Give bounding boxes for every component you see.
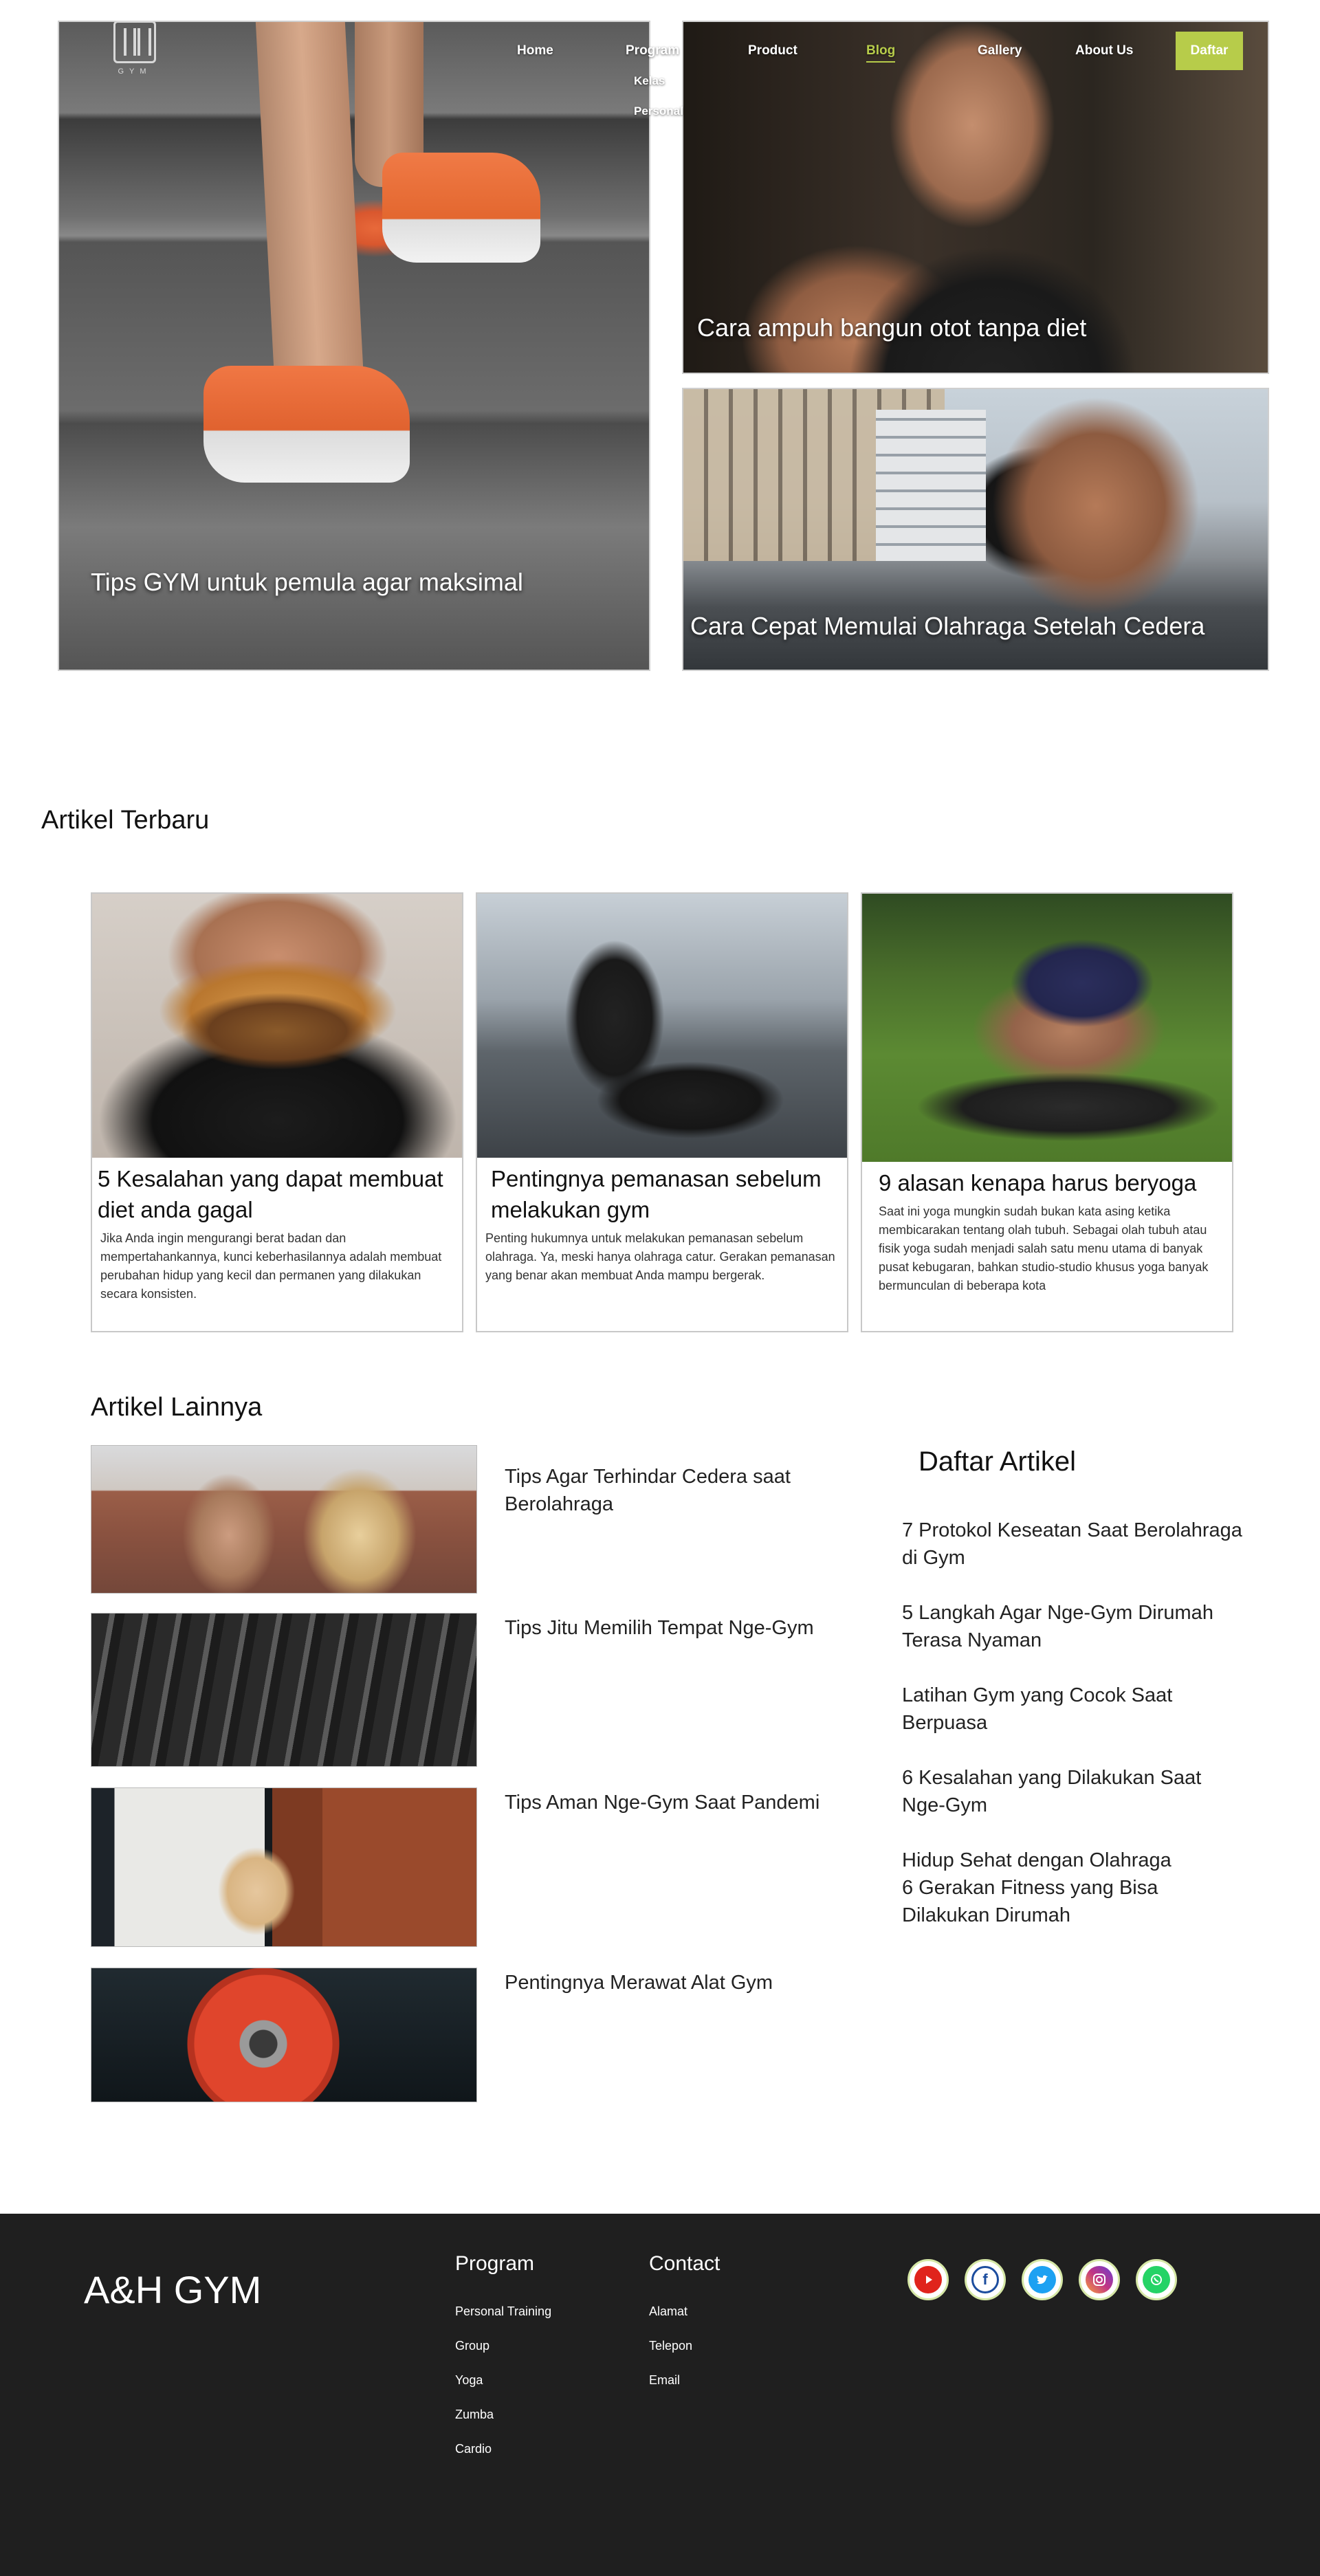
footer-contact-link[interactable]: Alamat xyxy=(649,2304,688,2319)
twitter-icon xyxy=(1028,2266,1056,2293)
footer-contact-link[interactable]: Email xyxy=(649,2373,680,2388)
article-card[interactable]: 5 Kesalahan yang dapat membuat diet anda… xyxy=(91,892,463,1332)
daftar-artikel-item[interactable]: 5 Langkah Agar Nge-Gym Dirumah Terasa Ny… xyxy=(902,1599,1246,1654)
hero-leg-shape xyxy=(255,22,365,393)
article-card-title[interactable]: Pentingnya pemanasan sebelum melakukan g… xyxy=(477,1158,847,1225)
artikel-terbaru-heading: Artikel Terbaru xyxy=(41,806,210,835)
lainnya-thumbnail[interactable] xyxy=(91,1787,477,1947)
twitter-link[interactable] xyxy=(1022,2259,1063,2300)
lainnya-title[interactable]: Tips Jitu Memilih Tempat Nge-Gym xyxy=(505,1614,828,1642)
footer-contact-link[interactable]: Telepon xyxy=(649,2339,692,2353)
youtube-icon xyxy=(914,2266,942,2293)
daftar-artikel-item[interactable]: 6 Kesalahan yang Dilakukan Saat Nge-Gym xyxy=(902,1764,1246,1819)
lainnya-title[interactable]: Tips Agar Terhindar Cedera saat Berolahr… xyxy=(505,1463,828,1518)
lainnya-title[interactable]: Pentingnya Merawat Alat Gym xyxy=(505,1969,828,1996)
daftar-artikel-item[interactable]: 6 Gerakan Fitness yang Bisa Dilakukan Di… xyxy=(902,1874,1246,1929)
daftar-artikel-heading: Daftar Artikel xyxy=(918,1446,1076,1477)
footer-brand: A&H GYM xyxy=(84,2268,262,2311)
lainnya-thumbnail[interactable] xyxy=(91,1968,477,2102)
article-card-image[interactable] xyxy=(862,894,1232,1162)
hero-side-top-caption[interactable]: Cara ampuh bangun otot tanpa diet xyxy=(697,313,1086,342)
lainnya-thumbnail[interactable] xyxy=(91,1613,477,1767)
nav-gallery[interactable]: Gallery xyxy=(978,43,1022,58)
instagram-icon xyxy=(1086,2266,1113,2293)
nav-blog[interactable]: Blog xyxy=(866,43,896,63)
daftar-artikel-item[interactable]: 7 Protokol Keseatan Saat Berolahraga di … xyxy=(902,1517,1246,1572)
logo-text: GYM xyxy=(118,67,152,76)
footer-program-heading: Program xyxy=(455,2252,535,2275)
article-card-title[interactable]: 9 alasan kenapa harus beryoga xyxy=(862,1162,1232,1198)
youtube-link[interactable] xyxy=(908,2259,949,2300)
article-card[interactable]: 9 alasan kenapa harus beryoga Saat ini y… xyxy=(861,892,1233,1332)
article-card-image[interactable] xyxy=(92,894,462,1158)
footer-contact-heading: Contact xyxy=(649,2252,720,2275)
hero-main-caption[interactable]: Tips GYM untuk pemula agar maksimal xyxy=(91,568,523,597)
daftar-artikel-item[interactable]: Latihan Gym yang Cocok Saat Berpuasa xyxy=(902,1682,1246,1737)
article-card-title[interactable]: 5 Kesalahan yang dapat membuat diet anda… xyxy=(92,1158,462,1225)
nav-program-sub-kelas[interactable]: Kelas xyxy=(634,74,665,88)
hero-building-shape xyxy=(876,410,986,561)
hero-side-bottom-caption[interactable]: Cara Cepat Memulai Olahraga Setelah Cede… xyxy=(690,612,1204,641)
nav-about-us[interactable]: About Us xyxy=(1075,43,1133,58)
hero-shoe-shape xyxy=(382,153,540,263)
footer-program-link[interactable]: Personal Training xyxy=(455,2304,551,2319)
article-card-desc: Jika Anda ingin mengurangi berat badan d… xyxy=(100,1231,442,1301)
whatsapp-icon xyxy=(1143,2266,1170,2293)
logo-mark-icon xyxy=(113,21,156,63)
nav-home[interactable]: Home xyxy=(517,43,553,58)
daftar-button[interactable]: Daftar xyxy=(1176,32,1243,70)
article-card-desc: Saat ini yoga mungkin sudah bukan kata a… xyxy=(879,1204,1209,1292)
article-card[interactable]: Pentingnya pemanasan sebelum melakukan g… xyxy=(476,892,848,1332)
footer-program-link[interactable]: Yoga xyxy=(455,2373,483,2388)
facebook-icon: f xyxy=(971,2266,999,2293)
nav-program-sub-personal[interactable]: Personal xyxy=(634,104,683,118)
nav-product[interactable]: Product xyxy=(748,43,798,58)
lainnya-thumbnail[interactable] xyxy=(91,1445,477,1594)
artikel-lainnya-heading: Artikel Lainnya xyxy=(91,1393,263,1422)
footer-program-link[interactable]: Zumba xyxy=(455,2408,494,2422)
nav-program[interactable]: Program xyxy=(626,43,679,58)
instagram-link[interactable] xyxy=(1079,2259,1120,2300)
footer-program-link[interactable]: Cardio xyxy=(455,2442,492,2456)
gym-logo[interactable]: GYM xyxy=(110,21,160,82)
article-card-desc: Penting hukumnya untuk melakukan pemanas… xyxy=(485,1231,835,1282)
lainnya-title[interactable]: Tips Aman Nge-Gym Saat Pandemi xyxy=(505,1789,828,1816)
article-card-image[interactable] xyxy=(477,894,847,1158)
footer-program-link[interactable]: Group xyxy=(455,2339,490,2353)
daftar-artikel-item[interactable]: Hidup Sehat dengan Olahraga xyxy=(902,1847,1246,1874)
facebook-link[interactable]: f xyxy=(965,2259,1006,2300)
whatsapp-link[interactable] xyxy=(1136,2259,1177,2300)
hero-shoe-shape xyxy=(204,366,410,483)
